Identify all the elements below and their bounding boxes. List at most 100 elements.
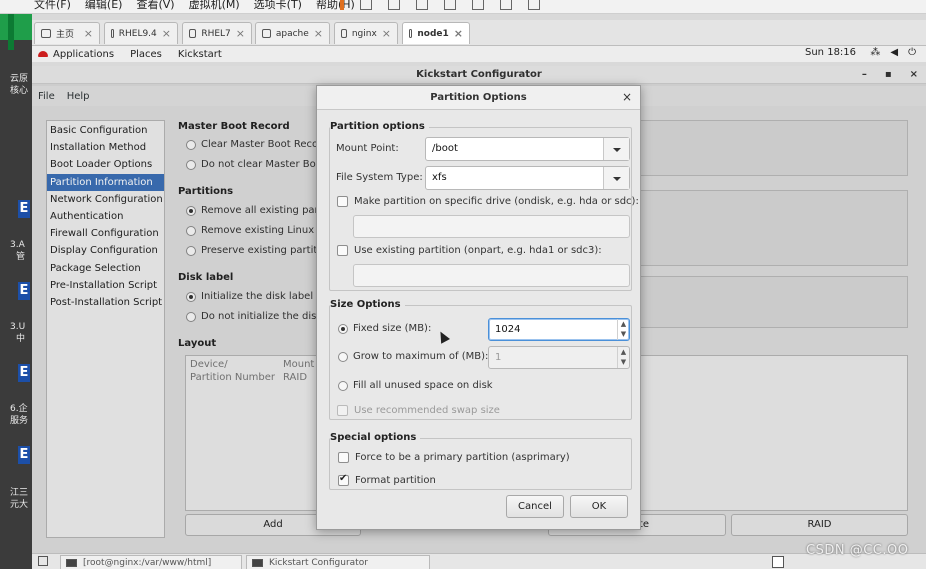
radio-grow-max[interactable]: Grow to maximum of (MB):: [338, 351, 488, 362]
onpart-checkbox[interactable]: Use existing partition (onpart, e.g. hda…: [337, 245, 602, 256]
vm-tab-bar: 主页 × RHEL9.4 × RHEL7 × apache × nginx × node1…: [32, 20, 926, 46]
tab-rhel94[interactable]: RHEL9.4 ×: [104, 22, 178, 44]
host-side-label: 核心: [10, 86, 29, 96]
checkbox-label: Force to be a primary partition (asprima…: [355, 452, 570, 463]
tab-apache[interactable]: apache ×: [255, 22, 330, 44]
checkbox-icon: [338, 452, 349, 463]
host-menubar: 文件(F) 编辑(E) 查看(V) 虚拟机(M) 选项卡(T) 帮助(H): [0, 0, 926, 14]
fixed-size-spinner[interactable]: 1024 ▲ ▼: [488, 318, 630, 341]
cancel-button[interactable]: Cancel: [506, 495, 564, 518]
format-checkbox[interactable]: Format partition: [338, 473, 436, 486]
host-menu-view[interactable]: 查看(V): [136, 0, 174, 12]
network-icon[interactable]: ⁂: [870, 47, 880, 58]
unity-icon[interactable]: [500, 0, 512, 10]
host-side-label: 3.U: [10, 322, 26, 332]
close-icon[interactable]: ×: [84, 27, 93, 40]
mount-point-value: /boot: [432, 143, 458, 154]
radio-icon: [338, 351, 348, 362]
ondisk-checkbox[interactable]: Make partition on specific drive (ondisk…: [337, 196, 639, 207]
tab-rhel7[interactable]: RHEL7 ×: [182, 22, 252, 44]
radio-icon: [338, 380, 348, 391]
console-icon[interactable]: [528, 0, 540, 10]
checkbox-icon: [337, 245, 348, 256]
fullscreen-icon[interactable]: [472, 0, 484, 10]
view-icon[interactable]: [444, 0, 456, 10]
dialog-title: Partition Options: [430, 92, 527, 103]
swap-checkbox[interactable]: Use recommended swap size: [337, 405, 500, 416]
host-menu-edit[interactable]: 编辑(E): [85, 0, 123, 12]
tab-label: RHEL9.4: [118, 28, 157, 39]
volume-icon[interactable]: ◀: [890, 47, 898, 58]
fs-type-label: File System Type:: [336, 172, 423, 183]
vm-icon: [262, 29, 271, 38]
tab-node1[interactable]: node1 ×: [402, 22, 470, 44]
onpart-input[interactable]: [353, 264, 630, 287]
close-icon[interactable]: ×: [162, 27, 171, 40]
mount-point-combo[interactable]: /boot: [425, 137, 630, 161]
host-side-label: 服务: [10, 416, 29, 426]
tab-label: 主页: [56, 30, 75, 40]
host-app-icon[interactable]: E: [18, 282, 30, 300]
host-app-icon[interactable]: E: [18, 446, 30, 464]
radio-label: Fixed size (MB):: [353, 323, 432, 334]
host-side-label: 3.A: [10, 240, 25, 250]
spinner-arrows-icon[interactable]: ▲ ▼: [617, 319, 629, 340]
applications-menu[interactable]: Applications: [53, 49, 114, 60]
host-menu-tabs[interactable]: 选项卡(T): [254, 0, 302, 12]
grow-max-value: 1: [495, 352, 502, 363]
tab-home[interactable]: 主页 ×: [34, 22, 100, 44]
radio-fill-disk[interactable]: Fill all unused space on disk: [338, 380, 493, 391]
radio-icon: [338, 323, 348, 334]
host-menu-file[interactable]: 文件(F): [34, 0, 71, 12]
places-menu[interactable]: Places: [130, 49, 162, 60]
close-icon[interactable]: ×: [236, 27, 245, 40]
close-icon[interactable]: ×: [382, 27, 391, 40]
chevron-down-icon[interactable]: [603, 167, 629, 189]
close-icon[interactable]: ×: [314, 27, 323, 40]
host-app-icon[interactable]: E: [18, 364, 30, 382]
gnome-top-bar: Applications Places Kickstart Sun 18:16 …: [32, 46, 926, 62]
checkbox-label: Use recommended swap size: [354, 405, 500, 416]
host-side-label: 中: [16, 334, 26, 344]
pause-icon[interactable]: [340, 0, 344, 10]
power-icon[interactable]: ⏻: [908, 47, 916, 58]
task-kickstart[interactable]: Kickstart Configurator: [246, 555, 430, 569]
spinner-arrows-icon[interactable]: ▲ ▼: [617, 347, 629, 368]
snapshot-icon[interactable]: [360, 0, 372, 10]
close-icon[interactable]: ×: [622, 86, 632, 109]
clock[interactable]: Sun 18:16: [805, 47, 856, 58]
tab-nginx[interactable]: nginx ×: [334, 22, 398, 44]
frame-legend: Special options: [330, 432, 421, 443]
tab-label: RHEL7: [201, 28, 231, 39]
tab-label: nginx: [351, 28, 377, 39]
checkbox-label: Make partition on specific drive (ondisk…: [354, 196, 639, 207]
task-label: Kickstart Configurator: [269, 558, 368, 568]
checkbox-icon: [338, 473, 349, 486]
fs-type-combo[interactable]: xfs: [425, 166, 630, 190]
show-desktop-icon[interactable]: [38, 556, 48, 566]
host-side-label: 云原: [10, 74, 29, 84]
grow-max-spinner[interactable]: 1 ▲ ▼: [488, 346, 630, 369]
vm-icon: [189, 29, 197, 38]
mount-point-label: Mount Point:: [336, 143, 399, 154]
chevron-down-icon[interactable]: [603, 138, 629, 160]
ondisk-input[interactable]: [353, 215, 630, 238]
task-label: [root@nginx:/var/www/html]: [83, 558, 212, 568]
radio-label: Fill all unused space on disk: [353, 380, 493, 391]
frame-legend: Partition options: [330, 121, 429, 132]
ok-button[interactable]: OK: [570, 495, 628, 518]
vm-icon: [409, 29, 413, 38]
host-menu-vm[interactable]: 虚拟机(M): [189, 0, 240, 12]
host-side-label: 江三: [10, 488, 29, 498]
kickstart-menu[interactable]: Kickstart: [178, 49, 222, 60]
dialog-titlebar: Partition Options ×: [317, 86, 640, 110]
workspace-icon[interactable]: [772, 556, 784, 568]
asprimary-checkbox[interactable]: Force to be a primary partition (asprima…: [338, 452, 570, 463]
host-app-icon[interactable]: E: [18, 200, 30, 218]
revert-icon[interactable]: [388, 0, 400, 10]
radio-fixed-size[interactable]: Fixed size (MB):: [338, 323, 431, 334]
task-terminal[interactable]: [root@nginx:/var/www/html]: [60, 555, 242, 569]
manage-icon[interactable]: [416, 0, 428, 10]
close-icon[interactable]: ×: [454, 27, 463, 40]
kickstart-icon: [252, 559, 263, 567]
